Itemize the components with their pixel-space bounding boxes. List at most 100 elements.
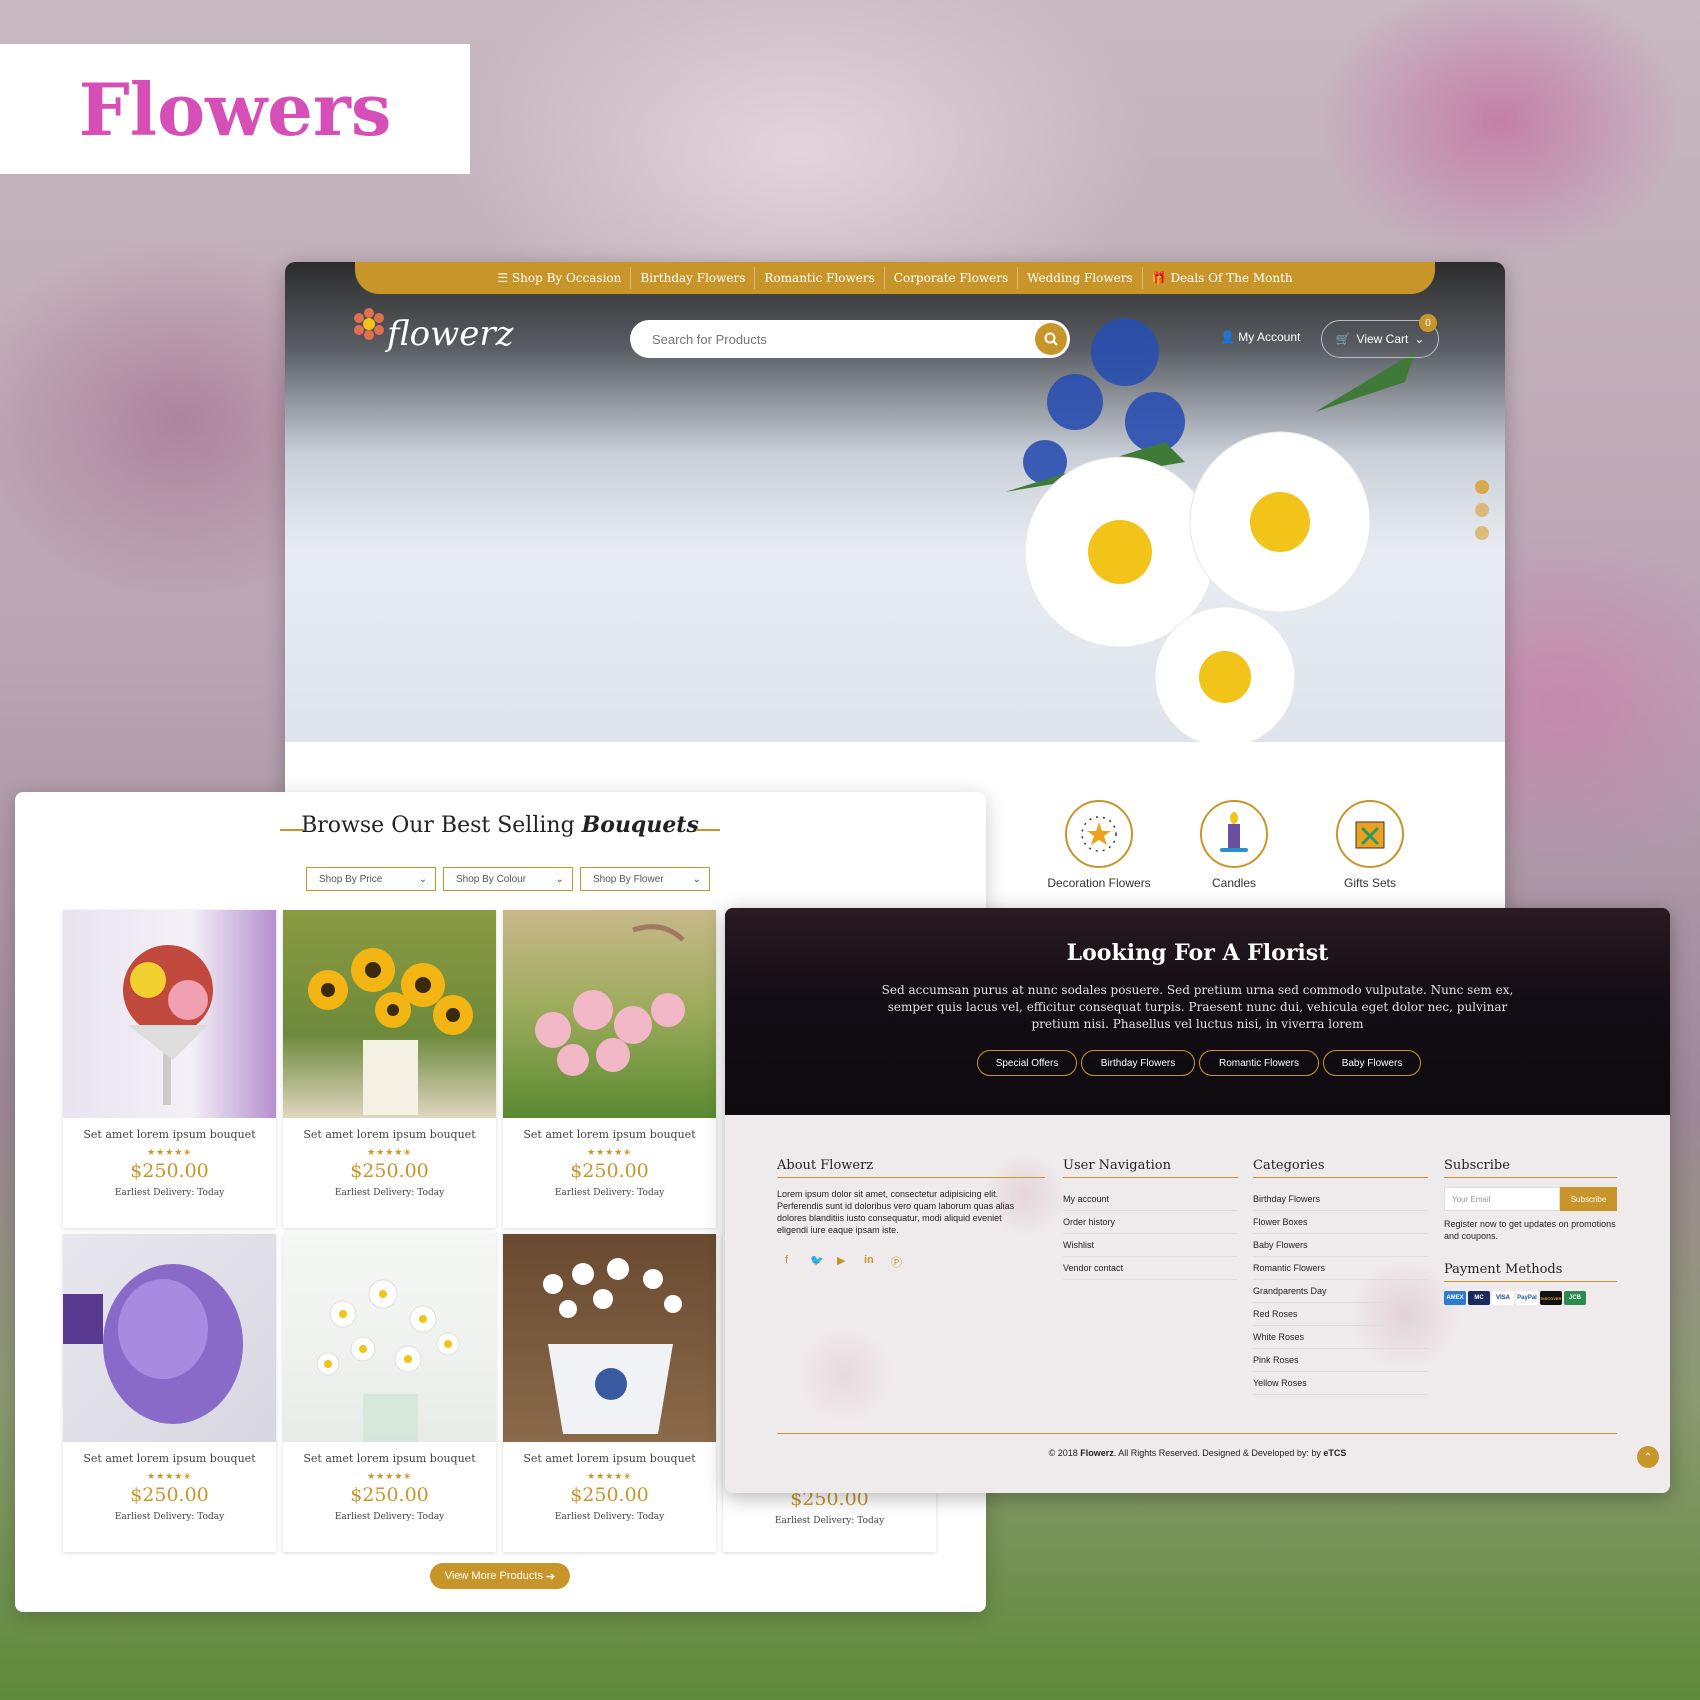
visa-icon: VISA: [1492, 1291, 1514, 1305]
delivery-info: Earliest Delivery: Today: [114, 1188, 225, 1198]
category-candles[interactable]: Candles: [1174, 800, 1294, 890]
pill-birthday-flowers[interactable]: Birthday Flowers: [1081, 1050, 1195, 1076]
cat-link[interactable]: Pink Roses: [1253, 1349, 1428, 1372]
hero-flowers-image: [1005, 318, 1415, 742]
pill-baby-flowers[interactable]: Baby Flowers: [1323, 1050, 1421, 1076]
copyright: © 2018 Flowerz. All Rights Reserved. Des…: [725, 1448, 1670, 1458]
cat-link[interactable]: Romantic Flowers: [1253, 1257, 1428, 1280]
product-card[interactable]: Set amet lorem ipsum bouquet ★★★★✬ $250.…: [283, 1234, 496, 1552]
logo-text[interactable]: flowerz: [387, 314, 514, 354]
slider-dot-3[interactable]: [1475, 526, 1489, 540]
product-card[interactable]: Set amet lorem ipsum bouquet ★★★★✬ $250.…: [503, 910, 716, 1228]
category-label: Decoration Flowers: [1047, 876, 1151, 890]
view-more-products-button[interactable]: View More Products ➔: [430, 1563, 570, 1589]
search-input[interactable]: [652, 331, 1012, 347]
nav-link-my-account[interactable]: My account: [1063, 1188, 1238, 1211]
linkedin-icon[interactable]: in: [864, 1254, 874, 1266]
delivery-info: Earliest Delivery: Today: [554, 1512, 665, 1522]
florist-text: Sed accumsan purus at nunc sodales posue…: [881, 983, 1514, 1031]
cart-icon: 🛒: [1335, 332, 1351, 346]
user-navigation-title: User Navigation: [1063, 1158, 1238, 1178]
product-card[interactable]: Set amet lorem ipsum bouquet ★★★★✬ $250.…: [283, 910, 496, 1228]
nav-link-order-history[interactable]: Order history: [1063, 1211, 1238, 1234]
topnav-corporate-flowers[interactable]: Corporate Flowers: [885, 267, 1019, 289]
email-field[interactable]: Your Email: [1444, 1187, 1560, 1211]
filter-label: Shop By Flower: [593, 873, 664, 885]
view-more-label: View More Products: [444, 1570, 543, 1582]
subscribe-button[interactable]: Subscribe: [1560, 1187, 1617, 1211]
pill-special-offers[interactable]: Special Offers: [977, 1050, 1077, 1076]
candle-icon: [1200, 800, 1268, 868]
gift-card-icon: [1336, 800, 1404, 868]
payment-methods-title: Payment Methods: [1444, 1262, 1617, 1282]
delivery-info: Earliest Delivery: Today: [334, 1512, 445, 1522]
twitter-icon[interactable]: 🐦: [810, 1254, 824, 1267]
product-card[interactable]: Set amet lorem ipsum bouquet ★★★★✬ $250.…: [63, 910, 276, 1228]
paypal-icon: PayPal: [1516, 1291, 1538, 1305]
topnav-shop-by-occasion[interactable]: ☰ Shop By Occasion: [488, 267, 632, 289]
product-image: [503, 1234, 716, 1442]
chevron-down-icon: ⌄: [555, 873, 564, 885]
product-price: $250.00: [350, 1160, 429, 1182]
category-decoration-flowers[interactable]: Decoration Flowers: [1039, 800, 1159, 890]
copyright-prefix: © 2018: [1048, 1448, 1081, 1458]
about-title: About Flowerz: [777, 1158, 1045, 1178]
topnav-wedding-flowers[interactable]: Wedding Flowers: [1018, 267, 1143, 289]
subscribe-title: Subscribe: [1444, 1158, 1617, 1178]
youtube-icon[interactable]: ▶: [837, 1254, 845, 1267]
product-name: Set amet lorem ipsum bouquet: [83, 1128, 256, 1141]
filter-flower[interactable]: Shop By Flower ⌄: [580, 867, 710, 891]
slider-dot-2[interactable]: [1475, 503, 1489, 517]
cat-link[interactable]: Red Roses: [1253, 1303, 1428, 1326]
account-label: My Account: [1238, 330, 1301, 344]
product-price: $250.00: [570, 1160, 649, 1182]
pinterest-icon[interactable]: Ⓟ: [891, 1254, 902, 1270]
nav-link-vendor-contact[interactable]: Vendor contact: [1063, 1257, 1238, 1280]
product-image: [503, 910, 716, 1118]
facebook-icon[interactable]: f: [785, 1254, 788, 1266]
badge-title: Flowers: [78, 66, 392, 152]
product-card[interactable]: Set amet lorem ipsum bouquet ★★★★✬ $250.…: [503, 1234, 716, 1552]
cat-link[interactable]: Birthday Flowers: [1253, 1188, 1428, 1211]
topnav-birthday-flowers[interactable]: Birthday Flowers: [631, 267, 756, 289]
chevron-up-icon: ⌃: [1643, 1451, 1653, 1463]
footer-divider: [777, 1433, 1617, 1434]
product-name: Set amet lorem ipsum bouquet: [523, 1128, 696, 1141]
filter-price[interactable]: Shop By Price ⌄: [306, 867, 436, 891]
category-label: Gifts Sets: [1343, 876, 1396, 890]
cat-link[interactable]: Grandparents Day: [1253, 1280, 1428, 1303]
cat-link[interactable]: Flower Boxes: [1253, 1211, 1428, 1234]
title-rule-right: [696, 829, 720, 831]
product-image: [63, 910, 276, 1118]
topnav-deals[interactable]: 🎁 Deals Of The Month: [1143, 267, 1302, 289]
amex-icon: AMEX: [1444, 1291, 1466, 1305]
category-gift-sets[interactable]: Gifts Sets: [1310, 800, 1430, 890]
product-card[interactable]: Set amet lorem ipsum bouquet ★★★★✬ $250.…: [63, 1234, 276, 1552]
topnav-label: Deals Of The Month: [1170, 271, 1293, 285]
nav-link-wishlist[interactable]: Wishlist: [1063, 1234, 1238, 1257]
rating-stars: ★★★★✬: [367, 1471, 412, 1481]
copyright-text: . All Rights Reserved. Designed & Develo…: [1113, 1448, 1324, 1458]
filter-colour[interactable]: Shop By Colour ⌄: [443, 867, 573, 891]
cat-link[interactable]: Yellow Roses: [1253, 1372, 1428, 1395]
cat-link[interactable]: White Roses: [1253, 1326, 1428, 1349]
mastercard-icon: MC: [1468, 1291, 1490, 1305]
search-button[interactable]: [1035, 323, 1067, 355]
categories-list: Birthday Flowers Flower Boxes Baby Flowe…: [1253, 1188, 1428, 1395]
title-badge: Flowers: [0, 44, 470, 174]
my-account-link[interactable]: 👤 My Account: [1220, 330, 1300, 344]
florist-title: Looking For A Florist: [1066, 940, 1329, 966]
scroll-to-top-button[interactable]: ⌃: [1637, 1446, 1659, 1468]
topnav-romantic-flowers[interactable]: Romantic Flowers: [755, 267, 885, 289]
slider-dot-1[interactable]: [1475, 480, 1489, 494]
cat-link[interactable]: Baby Flowers: [1253, 1234, 1428, 1257]
delivery-info: Earliest Delivery: Today: [774, 1516, 885, 1526]
topnav-label: Shop By Occasion: [511, 271, 622, 285]
search-bar: [630, 320, 1070, 358]
chevron-down-icon: ⌄: [692, 873, 701, 885]
delivery-info: Earliest Delivery: Today: [114, 1512, 225, 1522]
search-icon: [1044, 332, 1058, 346]
copyright-developer[interactable]: eTCS: [1323, 1448, 1346, 1458]
pill-romantic-flowers[interactable]: Romantic Flowers: [1199, 1050, 1319, 1076]
arrow-right-circle-icon: ➔: [546, 1570, 556, 1583]
